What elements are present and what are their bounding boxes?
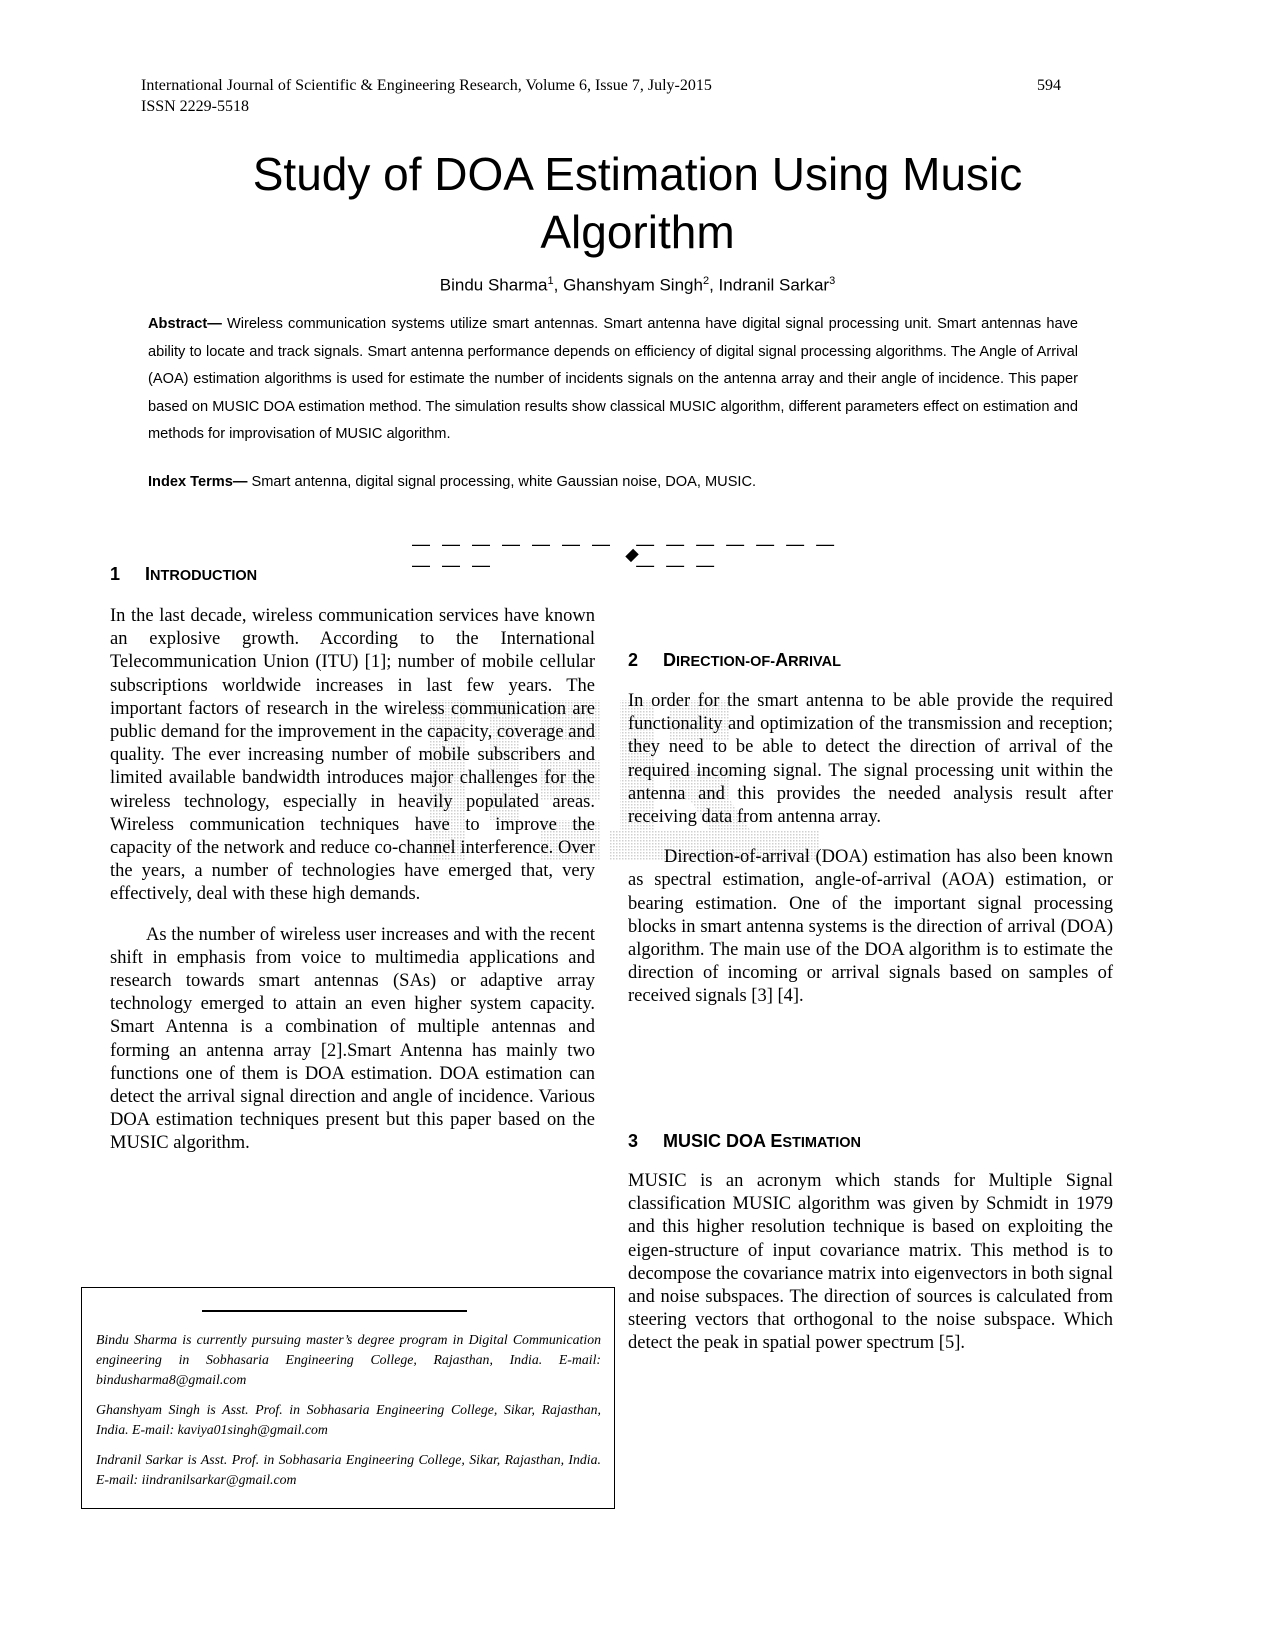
footnote-author-2: Ghanshyam Singh is Asst. Prof. in Sobhas… (96, 1402, 601, 1437)
title-line-2: Algorithm (540, 206, 735, 258)
author-affiliation-mark: 3 (829, 275, 836, 287)
author-list: Bindu Sharma1, Ghanshyam Singh2, Indrani… (0, 270, 1275, 297)
author-separator: , (709, 275, 719, 295)
section-title-part: D (663, 650, 676, 670)
index-terms-label: Index Terms— (148, 474, 248, 490)
separator-dashes-left: — — — — — — — — — — (412, 534, 614, 575)
separator-dashes-right: — — — — — — — — — — (636, 534, 838, 575)
paragraph: In order for the smart antenna to be abl… (628, 691, 1113, 828)
section-heading-direction-of-arrival: 2 DIRECTION-OF-ARRIVAL (628, 649, 841, 673)
section-heading-music-doa-estimation: 3 MUSIC DOA ESTIMATION (628, 1130, 861, 1154)
abstract-text: Wireless communication systems utilize s… (148, 316, 1078, 442)
paragraph: MUSIC is an acronym which stands for Mul… (628, 1171, 1113, 1354)
author-separator: , (553, 275, 564, 295)
right-column-music: MUSIC is an acronym which stands for Mul… (628, 1170, 1113, 1356)
journal-citation: International Journal of Scientific & En… (141, 77, 712, 94)
issn: ISSN 2229-5518 (141, 98, 250, 115)
section-title-main: MUSIC DOA E (663, 1131, 783, 1151)
author-name: Ghanshyam Singh (563, 275, 703, 295)
section-separator: — — — — — — — — — — — — — — — — — — — — (412, 534, 852, 575)
abstract-label: Abstract— (148, 316, 222, 332)
section-title-part: A (775, 650, 789, 670)
footnote-rule (202, 1310, 467, 1312)
author-name: Indranil Sarkar (718, 275, 830, 295)
author-name: Bindu Sharma (439, 275, 548, 295)
title-line-1: Study of DOA Estimation Using Music (252, 148, 1023, 200)
index-terms: Index Terms— Smart antenna, digital sign… (148, 472, 1078, 492)
author-footnotes-box: Bindu Sharma is currently pursuing maste… (81, 1287, 615, 1509)
section-number: 2 (628, 650, 639, 670)
running-header: International Journal of Scientific & En… (141, 75, 1061, 117)
right-column-doa: In order for the smart antenna to be abl… (628, 690, 1113, 1009)
section-title-rest: NTRODUCTION (150, 568, 258, 584)
section-title-part: RRIVAL (788, 654, 841, 670)
section-heading-introduction: 1 INTRODUCTION (110, 563, 257, 587)
paragraph: Direction-of-arrival (DOA) estimation ha… (628, 847, 1113, 1007)
section-title-rest: STIMATION (782, 1135, 862, 1151)
section-number: 1 (110, 564, 121, 584)
footnote-author-3: Indranil Sarkar is Asst. Prof. in Sobhas… (96, 1452, 601, 1487)
footnote-author-1: Bindu Sharma is currently pursuing maste… (96, 1332, 601, 1387)
paper-title: Study of DOA Estimation Using Music Algo… (0, 145, 1275, 261)
page-number: 594 (1037, 77, 1061, 94)
index-terms-text: Smart antenna, digital signal processing… (247, 474, 757, 490)
section-number: 3 (628, 1131, 639, 1151)
section-title-part: IRECTION-OF- (676, 654, 776, 670)
paragraph: In the last decade, wireless communicati… (110, 606, 595, 905)
abstract: Abstract— Wireless communication systems… (148, 311, 1078, 449)
left-column: In the last decade, wireless communicati… (110, 605, 595, 1156)
paragraph: As the number of wireless user increases… (110, 924, 595, 1154)
